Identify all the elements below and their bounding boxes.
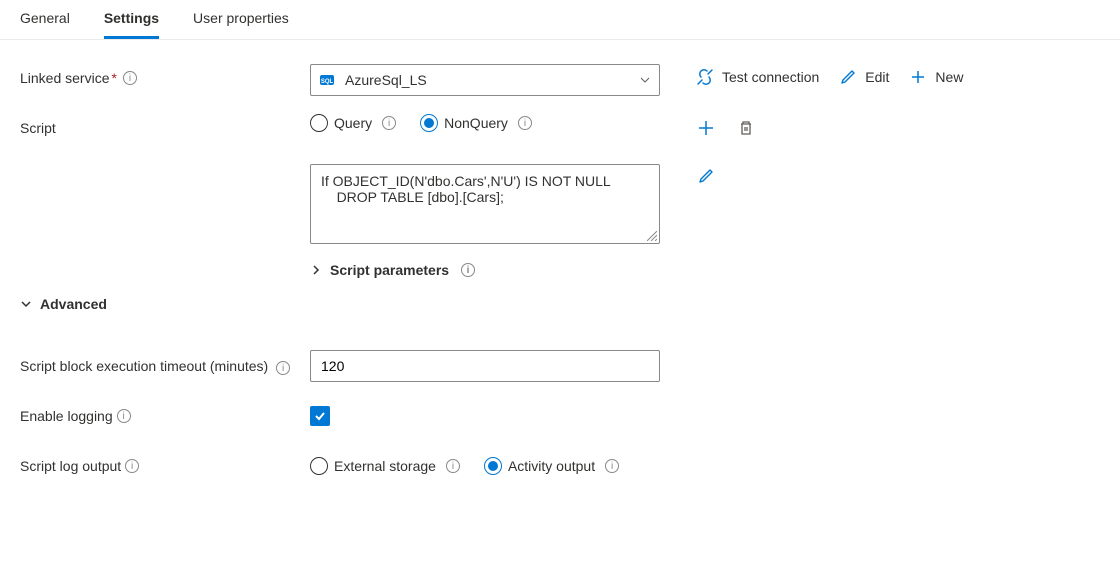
edit-label: Edit [865, 69, 889, 85]
resize-handle-icon[interactable] [647, 231, 657, 241]
timeout-label: Script block execution timeout (minutes) [20, 358, 268, 374]
info-icon[interactable]: i [461, 263, 475, 277]
edit-button[interactable]: Edit [839, 68, 889, 86]
tab-user-properties[interactable]: User properties [193, 10, 289, 39]
radio-query[interactable]: Query i [310, 114, 396, 132]
enable-logging-checkbox[interactable] [310, 406, 330, 426]
plus-icon [697, 119, 715, 137]
radio-query-label: Query [334, 115, 372, 131]
chevron-right-icon [310, 264, 322, 276]
tab-general[interactable]: General [20, 10, 70, 39]
test-connection-icon [696, 68, 714, 86]
delete-script-button[interactable] [736, 118, 756, 138]
radio-nonquery[interactable]: NonQuery i [420, 114, 532, 132]
timeout-input[interactable] [310, 350, 660, 382]
svg-text:SQL: SQL [321, 79, 334, 85]
info-icon[interactable]: i [276, 361, 290, 375]
plus-icon [909, 68, 927, 86]
pencil-icon [839, 68, 857, 86]
azure-sql-icon: SQL [319, 72, 335, 88]
chevron-down-icon [639, 74, 651, 86]
info-icon[interactable]: i [518, 116, 532, 130]
edit-script-button[interactable] [696, 166, 716, 186]
log-output-label: Script log output [20, 458, 121, 474]
script-parameters-label: Script parameters [330, 262, 449, 278]
new-button[interactable]: New [909, 68, 963, 86]
radio-nonquery-label: NonQuery [444, 115, 508, 131]
radio-activity-output[interactable]: Activity output i [484, 457, 619, 475]
script-text: If OBJECT_ID(N'dbo.Cars',N'U') IS NOT NU… [321, 173, 611, 205]
add-script-button[interactable] [696, 118, 716, 138]
advanced-expander[interactable]: Advanced [20, 296, 107, 312]
pencil-icon [697, 167, 715, 185]
info-icon[interactable]: i [123, 71, 137, 85]
script-textarea[interactable]: If OBJECT_ID(N'dbo.Cars',N'U') IS NOT NU… [310, 164, 660, 244]
linked-service-dropdown[interactable]: SQL AzureSql_LS [310, 64, 660, 96]
new-label: New [935, 69, 963, 85]
required-asterisk: * [112, 70, 117, 86]
enable-logging-label: Enable logging [20, 408, 113, 424]
info-icon[interactable]: i [446, 459, 460, 473]
script-parameters-expander[interactable]: Script parameters i [310, 256, 475, 278]
trash-icon [737, 119, 755, 137]
radio-activity-output-label: Activity output [508, 458, 595, 474]
script-label: Script [20, 120, 56, 136]
chevron-down-icon [20, 298, 32, 310]
tab-settings[interactable]: Settings [104, 10, 159, 39]
info-icon[interactable]: i [117, 409, 131, 423]
linked-service-value: AzureSql_LS [345, 72, 427, 88]
info-icon[interactable]: i [605, 459, 619, 473]
info-icon[interactable]: i [382, 116, 396, 130]
check-icon [313, 409, 327, 423]
test-connection-button[interactable]: Test connection [696, 68, 819, 86]
linked-service-label: Linked service [20, 70, 110, 86]
test-connection-label: Test connection [722, 69, 819, 85]
info-icon[interactable]: i [125, 459, 139, 473]
radio-external-storage[interactable]: External storage i [310, 457, 460, 475]
advanced-label: Advanced [40, 296, 107, 312]
radio-external-storage-label: External storage [334, 458, 436, 474]
